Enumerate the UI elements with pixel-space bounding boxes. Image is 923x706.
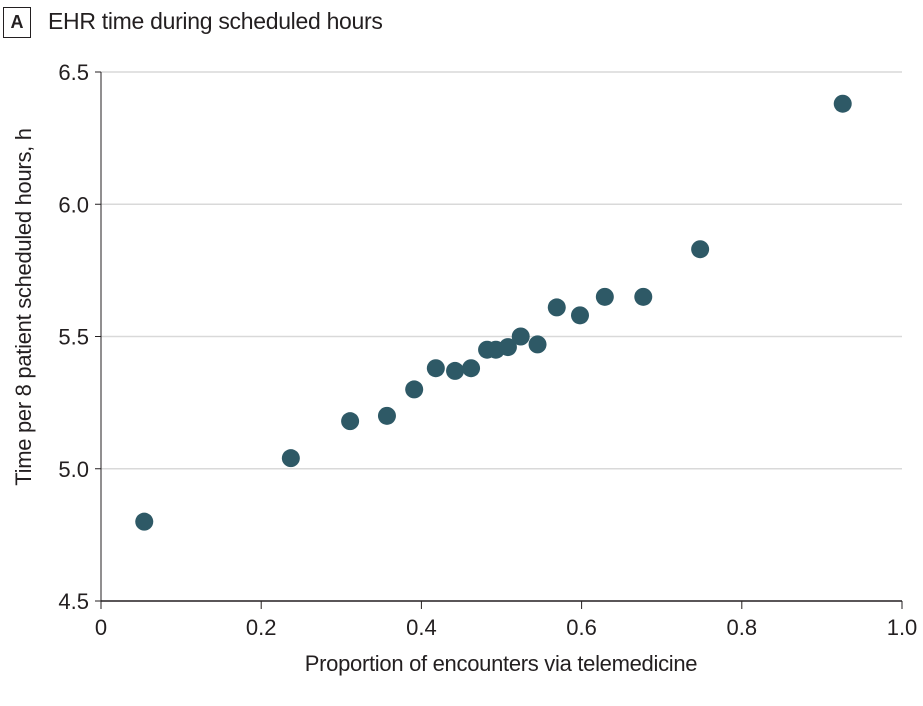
x-tick-label: 0.2 [246,615,277,640]
y-tick-label: 5.0 [58,457,89,482]
y-tick-label: 4.5 [58,589,89,614]
data-point [281,449,300,468]
data-point [528,335,547,354]
x-tick-label: 0.8 [727,615,758,640]
data-point [135,512,154,531]
y-tick-label: 6.0 [58,192,89,217]
data-point [446,361,465,380]
data-point [570,306,589,325]
scatter-plot: 4.5 5.0 5.5 6.0 6.5 0 0.2 0.4 0.6 0.8 1.0 [58,60,918,640]
data-point [595,287,614,306]
data-point [833,94,852,113]
x-tick-label: 0.6 [566,615,597,640]
y-tick-label: 6.5 [58,60,89,85]
y-tick-label: 5.5 [58,325,89,350]
data-point [547,298,566,317]
data-point [426,359,445,378]
x-tick-label: 1.0 [887,615,918,640]
data-point [377,406,396,425]
x-tick-label: 0 [95,615,107,640]
data-point [634,287,653,306]
x-tick-label: 0.4 [406,615,437,640]
data-point [691,240,710,259]
data-point [462,359,481,378]
data-point [405,380,424,399]
data-point [341,412,360,431]
data-point [511,327,530,346]
